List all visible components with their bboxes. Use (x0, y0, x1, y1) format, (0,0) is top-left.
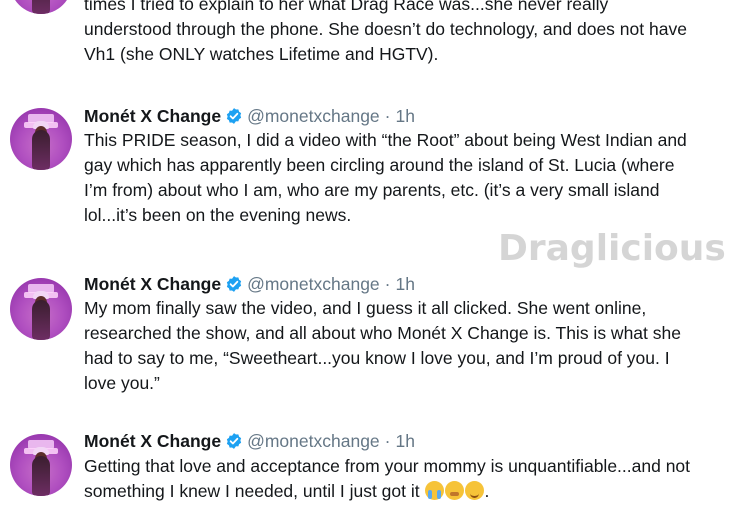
avatar[interactable] (10, 434, 72, 496)
display-name[interactable]: Monét X Change (84, 431, 221, 452)
separator-dot: · (384, 105, 391, 126)
separator-dot: · (384, 430, 391, 451)
display-name[interactable]: Monét X Change (84, 106, 221, 127)
tweet-header: Monét X Change @monetxchange · 1h (84, 104, 415, 128)
text-line: Getting that love and acceptance from yo… (84, 456, 691, 476)
tweet-text: Getting that love and acceptance from yo… (84, 454, 724, 504)
timestamp[interactable]: 1h (396, 106, 415, 127)
text-line: Vh1 (she ONLY watches Lifetime and HGTV)… (84, 44, 439, 64)
timestamp[interactable]: 1h (396, 431, 415, 452)
text-line: gay which has apparently been circling a… (84, 155, 675, 175)
text-line: had to say to me, “Sweetheart...you know… (84, 348, 670, 368)
avatar[interactable] (10, 108, 72, 170)
handle[interactable]: @monetxchange (247, 431, 380, 452)
tweet-text: My mom finally saw the video, and I gues… (84, 296, 724, 396)
text-fragment: . (484, 481, 490, 501)
text-line: I’m from) about who I am, who are my par… (84, 180, 660, 200)
loudly-crying-face-icon (424, 481, 444, 500)
tweet-text: times I tried to explain to her what Dra… (84, 0, 724, 67)
text-fragment: something I knew I needed, until I just … (84, 481, 420, 501)
handle[interactable]: @monetxchange (247, 106, 380, 127)
separator-dot: · (384, 273, 391, 294)
verified-badge-icon (226, 276, 242, 292)
text-line: love you.” (84, 373, 160, 393)
handle[interactable]: @monetxchange (247, 274, 380, 295)
text-line: lol...it’s been on the evening news. (84, 205, 352, 225)
avatar[interactable] (10, 0, 72, 14)
text-line: something I knew I needed, until I just … (84, 479, 724, 504)
tired-face-icon (444, 481, 464, 500)
text-line: times I tried to explain to her what Dra… (84, 0, 609, 14)
avatar[interactable] (10, 278, 72, 340)
tweet-header: Monét X Change @monetxchange · 1h (84, 272, 415, 296)
timestamp[interactable]: 1h (396, 274, 415, 295)
text-line: researched the show, and all about who M… (84, 323, 681, 343)
text-line: My mom finally saw the video, and I gues… (84, 298, 647, 318)
verified-badge-icon (226, 108, 242, 124)
relieved-face-icon (464, 481, 484, 500)
watermark-logo: Draglicious (498, 228, 726, 269)
verified-badge-icon (226, 433, 242, 449)
tweet-header: Monét X Change @monetxchange · 1h (84, 429, 415, 453)
tweet-text: This PRIDE season, I did a video with “t… (84, 128, 724, 228)
text-line: understood through the phone. She doesn’… (84, 19, 687, 39)
display-name[interactable]: Monét X Change (84, 274, 221, 295)
text-line: This PRIDE season, I did a video with “t… (84, 130, 687, 150)
